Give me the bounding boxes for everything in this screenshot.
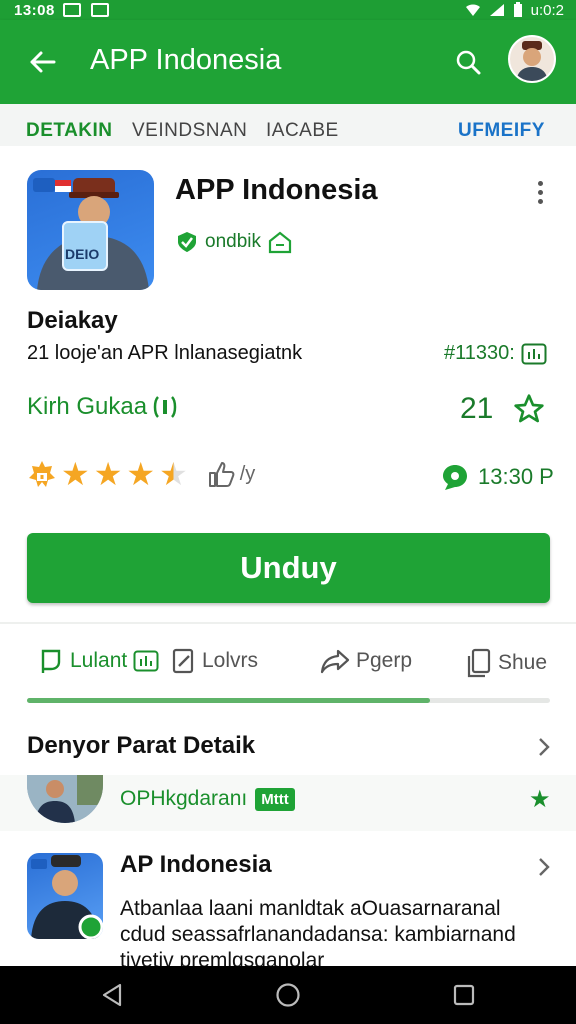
- edit-icon: [172, 648, 194, 674]
- tab-bar: DETAKIN VEINDSNAN IACABE UFMEIFY: [0, 104, 576, 146]
- app-bar: APP Indonesia: [0, 20, 576, 104]
- rating-extra-text: /y: [239, 462, 256, 485]
- similar-section-title: Denyor Parat Detaik: [27, 732, 256, 759]
- system-nav-bar: [0, 966, 576, 1024]
- star-icon[interactable]: ★: [529, 785, 551, 814]
- copy-icon: [467, 648, 491, 678]
- list-item-description: Atbanlaa laani manldtak aOuasarnaranal c…: [120, 897, 516, 966]
- action-label: Shue: [498, 651, 548, 674]
- chat-bubble-icon: [443, 465, 467, 490]
- tab-fourth[interactable]: UFMEIFY: [458, 120, 545, 142]
- nav-home-button[interactable]: [274, 981, 302, 1009]
- details-subtitle: 21 looje'an APR lnlanasegiatnk: [27, 342, 303, 364]
- app-bar-title: APP Indonesia: [90, 44, 282, 76]
- info-tag-icon: [153, 396, 177, 418]
- chart-box-icon: [133, 650, 159, 672]
- verified-shield-icon: [178, 232, 196, 252]
- wifi-icon: [465, 4, 480, 16]
- action-shue[interactable]: Shue: [466, 648, 547, 678]
- more-dot: [537, 198, 543, 204]
- nav-recents-button[interactable]: [450, 981, 478, 1009]
- app-notification-icon: [90, 3, 109, 17]
- app-icon-artwork: [33, 178, 149, 290]
- app-icon-text: DEIO: [65, 246, 100, 262]
- rating-star-half: ★: [159, 456, 188, 492]
- chart-box-icon: [521, 343, 547, 364]
- back-arrow-icon: [30, 51, 56, 73]
- rating-star: ★: [93, 456, 123, 492]
- action-lulant[interactable]: Lulant: [38, 648, 159, 674]
- checkbox-notification-icon: [62, 3, 81, 17]
- search-button[interactable]: [448, 42, 488, 82]
- chevron-right-icon[interactable]: [534, 737, 554, 757]
- nav-back-button[interactable]: [98, 981, 126, 1009]
- chevron-right-icon[interactable]: [534, 857, 554, 877]
- more-options-button[interactable]: [528, 176, 552, 208]
- star-outline-icon[interactable]: [513, 393, 545, 425]
- list-item-name: OPHkgdaranı: [120, 787, 248, 810]
- lock-badge-icon: [29, 461, 55, 487]
- triangle-back-icon: [102, 983, 122, 1007]
- app-icon: DEIO: [27, 170, 154, 290]
- progress-bar: [27, 698, 550, 703]
- action-label: Lolvrs: [202, 649, 259, 672]
- list-item-title: OPHkgdaranı Mttt: [120, 787, 295, 811]
- details-code: #11330:: [444, 342, 547, 365]
- profile-avatar[interactable]: [508, 35, 556, 83]
- notification-icons: [62, 3, 109, 17]
- tab-details[interactable]: DETAKIN: [26, 120, 113, 142]
- time-area: 13:30 P: [440, 462, 554, 492]
- list-item-title[interactable]: AP Indonesia: [120, 851, 272, 879]
- more-dot: [537, 189, 543, 195]
- battery-text: u:0:2: [530, 1, 564, 19]
- share-arrow-icon: [320, 649, 350, 674]
- action-row: Lulant Lolvrs Pgerp Shue: [0, 640, 576, 686]
- details-link[interactable]: Kirh Gukaa: [27, 393, 179, 421]
- install-button[interactable]: Unduy: [27, 533, 550, 603]
- tab-third[interactable]: IACABE: [266, 120, 339, 142]
- divider: [0, 622, 576, 624]
- count-area: 21: [460, 392, 545, 426]
- status-right: u:0:2: [465, 0, 564, 20]
- status-time: 13:08: [14, 1, 55, 19]
- square-recents-icon: [453, 984, 475, 1006]
- rating-row: ★ ★ ★ ★ /y: [27, 458, 255, 490]
- profile-person-icon: [516, 41, 548, 81]
- list-item-badge: Mttt: [255, 787, 295, 811]
- progress-fill: [27, 698, 430, 703]
- time-value: 13:30 P: [478, 464, 554, 489]
- count-value: 21: [460, 392, 494, 425]
- rating-star: ★: [126, 456, 156, 492]
- more-dot: [537, 180, 543, 186]
- developer-name: ondbik: [205, 231, 261, 252]
- details-title: Deiakay: [27, 307, 118, 334]
- signal-icon: [489, 4, 504, 16]
- back-button[interactable]: [22, 42, 62, 82]
- tab-second[interactable]: VEINDSNAN: [132, 120, 247, 142]
- list-item[interactable]: OPHkgdaranı Mttt ★: [0, 775, 576, 831]
- search-icon: [456, 50, 481, 75]
- action-label: Lulant: [70, 649, 128, 672]
- bookmark-icon: [41, 649, 61, 673]
- details-link-label: Kirh Gukaa: [27, 393, 148, 420]
- status-bar: 13:08 u:0:2: [0, 0, 576, 20]
- list-item-thumbnail: [27, 775, 103, 823]
- home-outline-icon: [268, 231, 292, 254]
- list-item-thumbnail: [27, 853, 103, 939]
- action-pgerp[interactable]: Pgerp: [320, 648, 412, 674]
- action-label: Pgerp: [356, 649, 413, 672]
- details-code-text: #11330:: [444, 342, 515, 364]
- rating-star: ★: [61, 456, 90, 492]
- app-thumbnail-artwork: [31, 855, 103, 939]
- thumbs-icon[interactable]: [206, 459, 236, 489]
- app-name: APP Indonesia: [175, 174, 378, 206]
- developer-row[interactable]: ondbik: [175, 230, 293, 254]
- circle-home-icon: [276, 983, 300, 1007]
- action-lolvrs[interactable]: Lolvrs: [172, 648, 258, 674]
- battery-icon: [513, 2, 522, 17]
- person-photo-icon: [27, 775, 103, 823]
